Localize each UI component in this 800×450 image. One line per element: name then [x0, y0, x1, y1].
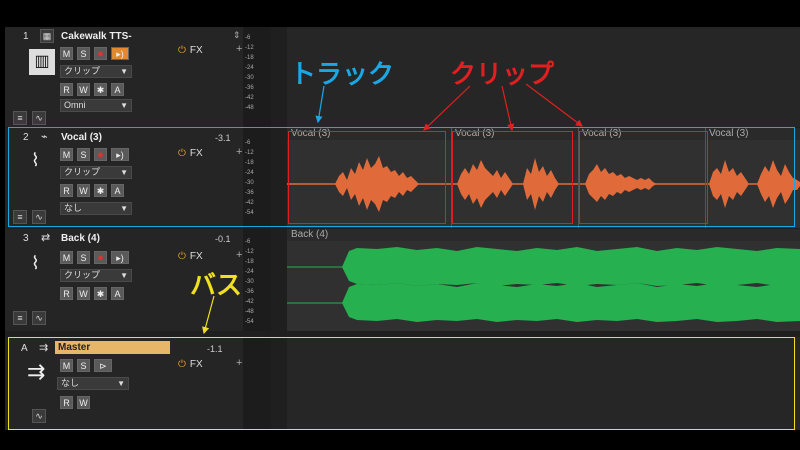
track-3-lane[interactable]: Back (4) — [287, 229, 800, 331]
power-icon: ⏻ — [178, 45, 186, 56]
meter-tick: -48 — [245, 309, 254, 315]
chevron-down-icon: ▼ — [120, 271, 128, 280]
track-name[interactable]: Back (4) — [61, 233, 100, 244]
meter-tick: -6 — [245, 35, 251, 41]
synth-icon: ▦ — [40, 29, 54, 43]
automation-icon[interactable]: ∿ — [32, 311, 46, 325]
fx-label: FX — [189, 45, 203, 56]
clip-highlight-box — [452, 131, 573, 224]
clip-highlight-box — [288, 131, 446, 224]
mute-button[interactable]: M — [60, 251, 73, 264]
write-button[interactable]: W — [77, 83, 90, 96]
mute-button[interactable]: M — [60, 47, 73, 60]
meter-tick: -24 — [245, 65, 254, 71]
clip-highlight-box — [579, 131, 708, 224]
preset-value: クリップ — [64, 270, 101, 280]
add-fx-icon[interactable]: + — [236, 249, 242, 261]
solo-button[interactable]: S — [77, 251, 90, 264]
fx-bin[interactable]: ⏻ FX — [178, 251, 203, 262]
track-annotation: トラック — [290, 59, 395, 89]
track-1-meter: -6 -12 -18 -24 -30 -36 -42 -48 — [243, 27, 271, 127]
read-button[interactable]: R — [60, 83, 73, 96]
read-button[interactable]: R — [60, 287, 73, 300]
fx-label: FX — [189, 251, 203, 262]
meter-tick: -48 — [245, 105, 254, 111]
chevron-down-icon: ▼ — [120, 67, 128, 76]
preset-dropdown[interactable]: クリップ ▼ — [60, 65, 132, 78]
meter-tick: -54 — [245, 319, 254, 325]
bus-annotation: バス — [190, 270, 243, 300]
meter-tick: -30 — [245, 279, 254, 285]
star-button[interactable]: ✱ — [94, 287, 107, 300]
input-dropdown[interactable]: Omni ▼ — [60, 99, 132, 112]
star-button[interactable]: ✱ — [94, 83, 107, 96]
track-1-header[interactable]: 1 ▦ Cakewalk TTS- ⇕ ▥ M S ● ▸) クリップ ▼ R W… — [5, 27, 270, 127]
track-3-meter: -6 -12 -18 -24 -30 -36 -42 -48 -54 — [243, 229, 271, 331]
audio-track-icon: ⌇ — [31, 253, 40, 273]
piano-icon: ▥ — [29, 49, 55, 75]
preset-dropdown[interactable]: クリップ ▼ — [60, 269, 132, 282]
add-fx-icon[interactable]: + — [236, 43, 242, 55]
meter-tick: -6 — [245, 239, 251, 245]
track-number: 3 — [23, 233, 29, 244]
expand-icon[interactable]: ⇕ — [233, 30, 241, 41]
meter-tick: -42 — [245, 95, 254, 101]
lanes-icon[interactable]: ≡ — [13, 311, 27, 325]
meter-tick: -42 — [245, 299, 254, 305]
record-arm-button[interactable]: ● — [94, 251, 107, 264]
write-button[interactable]: W — [77, 287, 90, 300]
meter-tick: -36 — [245, 289, 254, 295]
back-waveform — [287, 241, 800, 331]
meter-tick: -12 — [245, 45, 254, 51]
power-icon: ⏻ — [178, 251, 186, 262]
meter-tick: -12 — [245, 249, 254, 255]
bus-highlight-box — [8, 337, 795, 430]
lanes-icon[interactable]: ≡ — [13, 111, 27, 125]
meter-tick: -18 — [245, 55, 254, 61]
input-echo-button[interactable]: ▸) — [111, 47, 129, 60]
automation-icon[interactable]: ∿ — [32, 111, 46, 125]
input-value: Omni — [64, 100, 86, 110]
meter-tick: -18 — [245, 259, 254, 265]
auto-button[interactable]: A — [111, 83, 124, 96]
auto-button[interactable]: A — [111, 287, 124, 300]
stereo-icon: ⇄ — [41, 232, 51, 244]
track-name[interactable]: Cakewalk TTS- — [61, 31, 132, 42]
meter-tick: -36 — [245, 85, 254, 91]
preset-value: クリップ — [64, 66, 101, 76]
fx-bin[interactable]: ⏻ FX — [178, 45, 203, 56]
meter-tick: -30 — [245, 75, 254, 81]
record-arm-button[interactable]: ● — [94, 47, 107, 60]
meter-tick: -24 — [245, 269, 254, 275]
input-echo-button[interactable]: ▸) — [111, 251, 129, 264]
track-number: 1 — [23, 31, 29, 42]
clip-annotation: クリップ — [450, 59, 555, 89]
track-volume[interactable]: -0.1 — [215, 234, 231, 244]
solo-button[interactable]: S — [77, 47, 90, 60]
chevron-down-icon: ▼ — [120, 101, 128, 110]
